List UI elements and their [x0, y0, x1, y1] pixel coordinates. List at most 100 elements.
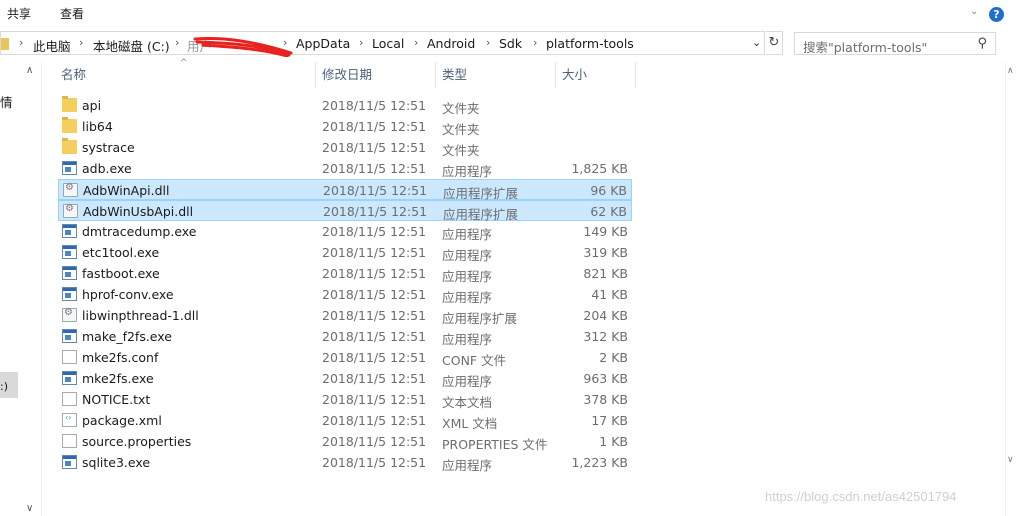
chevron-up-icon[interactable]: ∧ — [1007, 66, 1014, 76]
file-date: 2018/11/5 12:51 — [322, 224, 427, 239]
chevron-right-icon[interactable]: › — [533, 36, 537, 49]
search-placeholder: 搜索"platform-tools" — [803, 40, 928, 55]
file-type: 应用程序 — [442, 332, 493, 347]
folder-icon — [62, 138, 77, 154]
column-header-type[interactable]: 类型 — [436, 62, 556, 88]
file-name[interactable]: source.properties — [82, 434, 191, 449]
file-name[interactable]: etc1tool.exe — [82, 245, 159, 260]
tab-share[interactable]: 共享 — [7, 5, 31, 22]
chevron-down-icon[interactable]: ∨ — [1007, 455, 1014, 465]
file-date: 2018/11/5 12:51 — [322, 287, 427, 302]
file-row[interactable]: AdbWinUsbApi.dll2018/11/5 12:51应用程序扩展62 … — [58, 200, 632, 222]
breadcrumb-appdata[interactable]: AppData — [296, 36, 350, 51]
file-date: 2018/11/5 12:51 — [322, 245, 427, 260]
file-row[interactable]: hprof-conv.exe 2018/11/5 12:51 应用程序 41 KB — [58, 284, 632, 305]
column-header-size[interactable]: 大小 — [556, 62, 636, 88]
file-size: 41 KB — [591, 287, 628, 302]
file-date: 2018/11/5 12:51 — [322, 371, 427, 386]
chevron-down-icon[interactable]: ∨ — [26, 503, 33, 514]
vertical-scrollbar[interactable] — [1005, 62, 1019, 516]
file-name[interactable]: dmtracedump.exe — [82, 224, 197, 239]
redaction-scribble — [193, 37, 293, 57]
file-size: 312 KB — [583, 329, 628, 344]
file-row[interactable]: lib64 2018/11/5 12:51 文件夹 — [58, 116, 632, 137]
file-size: 17 KB — [591, 413, 628, 428]
file-name[interactable]: api — [82, 98, 101, 113]
chevron-right-icon[interactable]: › — [19, 36, 23, 49]
breadcrumb-android[interactable]: Android — [427, 36, 475, 51]
file-row[interactable]: api 2018/11/5 12:51 文件夹 — [58, 95, 632, 116]
folder-icon — [62, 96, 77, 112]
column-header-date[interactable]: 修改日期 — [316, 62, 436, 88]
search-input[interactable]: 搜索"platform-tools" ⚲ — [794, 32, 996, 55]
file-row[interactable]: adb.exe 2018/11/5 12:51 应用程序 1,825 KB — [58, 158, 632, 179]
column-header-name[interactable]: 名称 — [55, 62, 316, 88]
file-row[interactable]: source.properties 2018/11/5 12:51 PROPERTI… — [58, 431, 632, 452]
chevron-right-icon[interactable]: › — [79, 36, 83, 49]
file-name[interactable]: mke2fs.conf — [82, 350, 158, 365]
chevron-right-icon[interactable]: › — [414, 36, 418, 49]
chevron-down-icon[interactable]: ⌄ — [752, 36, 761, 49]
breadcrumb-local[interactable]: Local — [372, 36, 404, 51]
dll-icon — [63, 182, 78, 197]
xml-icon — [62, 413, 77, 427]
file-type: XML 文档 — [442, 416, 498, 431]
chevron-right-icon[interactable]: › — [359, 36, 363, 49]
txt-icon — [62, 392, 77, 406]
breadcrumb-sdk[interactable]: Sdk — [499, 36, 522, 51]
ribbon-tab-bar: 共享 查看 ⌄ ? — [0, 0, 1019, 27]
file-name[interactable]: NOTICE.txt — [82, 392, 150, 407]
chevron-right-icon[interactable]: › — [486, 36, 490, 49]
file-date: 2018/11/5 12:51 — [322, 434, 427, 449]
nav-item-partial[interactable]: 情 — [0, 92, 13, 111]
file-name[interactable]: AdbWinApi.dll — [83, 183, 170, 198]
file-row[interactable]: fastboot.exe 2018/11/5 12:51 应用程序 821 KB — [58, 263, 632, 284]
file-row[interactable]: dmtracedump.exe 2018/11/5 12:51 应用程序 149 KB — [58, 221, 632, 242]
file-name[interactable]: mke2fs.exe — [82, 371, 154, 386]
refresh-icon[interactable]: ↻ — [766, 31, 783, 55]
breadcrumb-local-disk[interactable]: 本地磁盘 (C:) — [93, 36, 170, 55]
file-name[interactable]: systrace — [82, 140, 135, 155]
file-row[interactable]: systrace 2018/11/5 12:51 文件夹 — [58, 137, 632, 158]
file-date: 2018/11/5 12:51 — [322, 161, 427, 176]
file-row[interactable]: package.xml 2018/11/5 12:51 XML 文档 17 KB — [58, 410, 632, 431]
file-size: 1,825 KB — [571, 161, 628, 176]
file-name[interactable]: adb.exe — [82, 161, 132, 176]
file-name[interactable]: hprof-conv.exe — [82, 287, 174, 302]
file-name[interactable]: package.xml — [82, 413, 162, 428]
expand-ribbon-icon[interactable]: ⌄ — [970, 6, 978, 17]
file-type: 应用程序 — [442, 227, 493, 242]
file-date: 2018/11/5 12:51 — [322, 308, 427, 323]
file-date: 2018/11/5 12:51 — [323, 183, 428, 198]
file-row[interactable]: AdbWinApi.dll2018/11/5 12:51应用程序扩展96 KB — [58, 179, 632, 201]
file-type: 应用程序 — [442, 164, 493, 179]
file-row[interactable]: mke2fs.exe 2018/11/5 12:51 应用程序 963 KB — [58, 368, 632, 389]
help-icon[interactable]: ? — [989, 7, 1004, 22]
chevron-up-icon[interactable]: ∧ — [26, 65, 33, 76]
file-row[interactable]: libwinpthread-1.dll 2018/11/5 12:51 应用程序扩展… — [58, 305, 632, 326]
file-size: 62 KB — [590, 204, 627, 219]
file-type: 文件夹 — [442, 122, 480, 137]
exe-icon — [62, 371, 77, 385]
tab-view[interactable]: 查看 — [60, 5, 84, 22]
breadcrumb-platform-tools[interactable]: platform-tools — [546, 36, 634, 51]
file-row[interactable]: mke2fs.conf 2018/11/5 12:51 CONF 文件 2 KB — [58, 347, 632, 368]
file-row[interactable]: etc1tool.exe 2018/11/5 12:51 应用程序 319 KB — [58, 242, 632, 263]
file-name[interactable]: sqlite3.exe — [82, 455, 150, 470]
file-name[interactable]: libwinpthread-1.dll — [82, 308, 199, 323]
file-row[interactable]: sqlite3.exe 2018/11/5 12:51 应用程序 1,223 KB — [58, 452, 632, 473]
file-name[interactable]: fastboot.exe — [82, 266, 160, 281]
file-size: 319 KB — [583, 245, 628, 260]
file-size: 149 KB — [583, 224, 628, 239]
file-name[interactable]: make_f2fs.exe — [82, 329, 172, 344]
file-row[interactable]: NOTICE.txt 2018/11/5 12:51 文本文档 378 KB — [58, 389, 632, 410]
chevron-right-icon[interactable]: › — [175, 36, 179, 49]
file-name[interactable]: lib64 — [82, 119, 113, 134]
file-date: 2018/11/5 12:51 — [322, 392, 427, 407]
file-name[interactable]: AdbWinUsbApi.dll — [83, 204, 193, 219]
address-bar[interactable]: › 此电脑 › 本地磁盘 (C:) › 用户 › AppData › Local… — [0, 31, 765, 55]
search-icon[interactable]: ⚲ — [977, 36, 987, 51]
nav-item-partial-drive[interactable]: :) — [0, 380, 8, 393]
file-row[interactable]: make_f2fs.exe 2018/11/5 12:51 应用程序 312 KB — [58, 326, 632, 347]
breadcrumb-this-pc[interactable]: 此电脑 — [33, 36, 71, 55]
